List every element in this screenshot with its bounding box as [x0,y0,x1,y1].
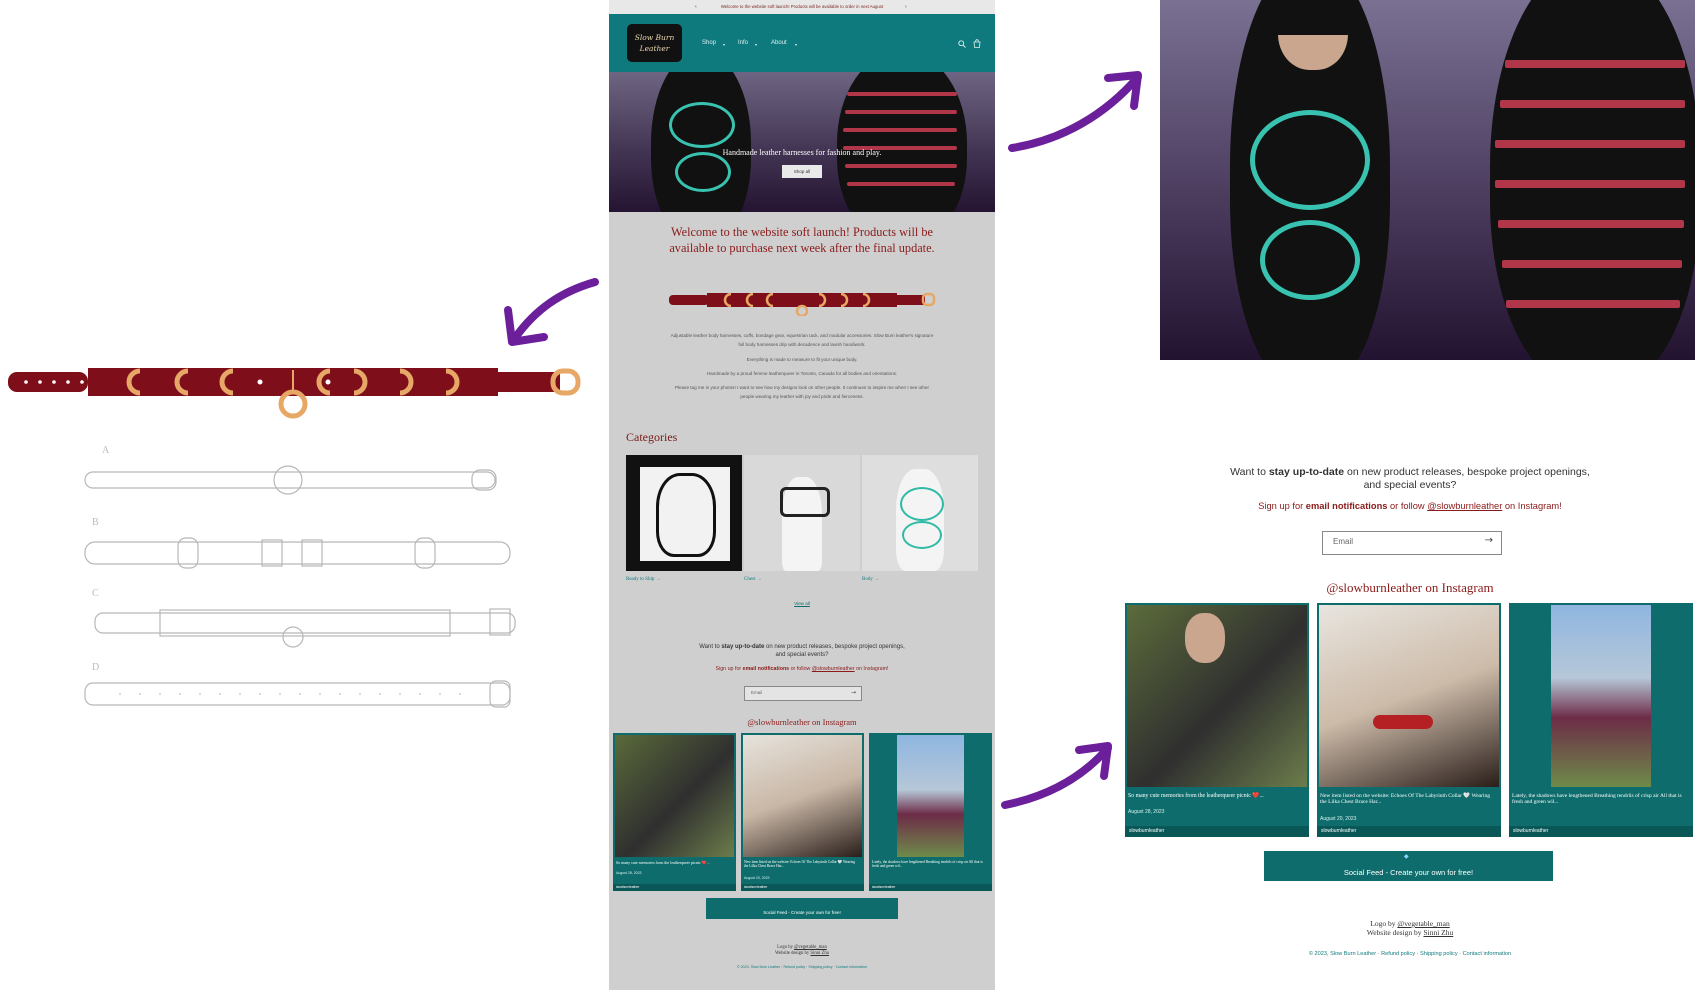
email-field-zoom[interactable]: Email → [1322,531,1502,555]
design-credit-link[interactable]: Sinni Zhu [1423,928,1453,937]
instagram-title-zoom: @slowburnleather on Instagram [1326,580,1494,595]
refund-policy-link[interactable]: Refund policy [783,965,805,969]
site-logo[interactable]: Slow Burn Leather [627,24,682,62]
social-feed-button-zoom[interactable]: ◆ Social Feed - Create your own for free… [1264,851,1553,881]
instagram-post[interactable]: So many cute memories from the leatherqu… [613,733,736,891]
hero-photo-zoom [1160,0,1695,360]
design-credit-link[interactable]: Sinni Zhu [810,951,829,956]
newsletter-signup-zoom: Sign up for email notifications or follo… [1258,501,1562,511]
about-paragraph-4: Please tag me in your photos! I want to … [674,385,930,399]
shop-all-button[interactable]: Shop all [782,165,822,178]
logo-credit-link[interactable]: @vegetable_man [1397,919,1449,928]
hero-headline: Handmade leather harnesses for fashion a… [722,148,882,157]
category-link-body[interactable]: Body → [862,577,879,582]
footer-credits: Logo by @vegetable_man Website design by… [774,945,830,956]
instagram-handle-link[interactable]: @slowburnleather [1427,501,1502,511]
arrow-right-icon[interactable]: → [1485,535,1493,546]
shipping-policy-link[interactable]: Shipping policy [808,965,832,969]
instagram-title: @slowburnleather on Instagram [747,717,857,727]
chevron-right-icon[interactable]: › [905,0,907,14]
category-link-ready-to-ship[interactable]: Ready to Ship → [626,577,661,582]
instagram-handle-link[interactable]: @slowburnleather [812,666,855,672]
collar-graphic [667,288,937,318]
search-icon[interactable] [958,40,966,48]
chevron-down-icon: ▾ [755,42,758,47]
welcome-heading: Welcome to the website soft launch! Prod… [669,225,935,255]
category-link-chest[interactable]: Chest → [744,577,762,582]
instagram-post[interactable]: Lately, the shadows have lengthened Brea… [869,733,992,891]
footer-credits-zoom: Logo by @vegetable_man Website design by… [1366,919,1454,937]
announcement-text: Welcome to the website soft launch! Prod… [720,4,884,9]
hero-banner: Handmade leather harnesses for fashion a… [609,72,995,212]
about-paragraph-2: Everything is made to measure to fit you… [746,357,858,362]
chevron-left-icon[interactable]: ‹ [695,0,697,14]
contact-information-link[interactable]: Contact information [1463,951,1512,957]
instagram-post[interactable]: Lately, the shadows have lengthened Brea… [1509,603,1693,837]
instagram-post[interactable]: So many cute memories from the leatherqu… [1125,603,1309,837]
category-image-body[interactable] [862,455,978,571]
footer-links: © 2023, Slow Burn Leather · Refund polic… [737,965,867,969]
email-field[interactable]: Email → [744,686,862,701]
about-paragraph-3: Handmade by a proud femme leatherqueer i… [706,371,898,376]
refund-policy-link[interactable]: Refund policy [1381,951,1415,957]
instagram-post[interactable]: New item listed on the website: Echoes O… [1317,603,1501,837]
announcement-bar: ‹ Welcome to the website soft launch! Pr… [609,0,995,14]
chevron-down-icon: ▾ [723,42,726,47]
contact-information-link[interactable]: Contact information [836,965,867,969]
newsletter-signup-line: Sign up for email notifications or follo… [715,666,889,672]
view-all-link[interactable]: View all [609,601,995,606]
category-image-ready-to-ship[interactable] [626,455,742,571]
cart-icon[interactable] [973,39,981,48]
shipping-policy-link[interactable]: Shipping policy [1420,951,1458,957]
nav-about[interactable]: About [771,40,787,46]
logo-credit-link[interactable]: @vegetable_man [794,945,827,950]
chevron-down-icon: ▾ [795,42,798,47]
nav-shop[interactable]: Shop [702,40,716,46]
social-feed-button[interactable]: Social Feed - Create your own for free! [706,898,898,919]
nav-info[interactable]: Info [738,40,748,46]
footer-links-zoom: © 2023, Slow Burn Leather · Refund polic… [1308,951,1512,957]
about-paragraph-1: Adjustable leather body harnesses, cuffs… [670,333,934,347]
feed-logo-icon: ◆ [1404,854,1409,860]
categories-title: Categories [626,430,678,444]
website-screenshot: ‹ Welcome to the website soft launch! Pr… [609,0,995,990]
site-header: Slow Burn Leather Shop ▾ Info ▾ About ▾ [609,14,995,72]
newsletter-prompt: Want to stay up-to-date on new product r… [699,644,905,658]
email-placeholder: Email [751,690,763,695]
category-image-chest[interactable] [744,455,860,571]
newsletter-prompt-zoom: Want to stay up-to-date on new product r… [1230,466,1590,491]
arrow-right-icon[interactable]: → [851,689,856,696]
instagram-post[interactable]: New item listed on the website: Echoes O… [741,733,864,891]
